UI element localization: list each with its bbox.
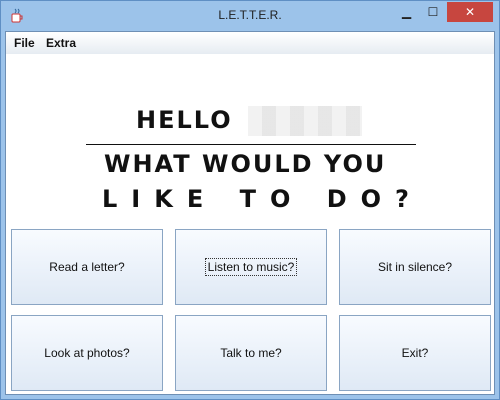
exit-button[interactable]: Exit? — [339, 315, 491, 391]
close-button[interactable]: ✕ — [447, 2, 493, 22]
listen-music-button[interactable]: Listen to music? — [175, 229, 327, 305]
button-label: Sit in silence? — [377, 260, 453, 274]
button-label: Exit? — [401, 346, 429, 360]
look-photos-button[interactable]: Look at photos? — [11, 315, 163, 391]
minimize-icon: ▁ — [401, 5, 412, 19]
sit-silence-button[interactable]: Sit in silence? — [339, 229, 491, 305]
menu-extra[interactable]: Extra — [46, 36, 76, 50]
talk-to-me-button[interactable]: Talk to me? — [175, 315, 327, 391]
maximize-button[interactable]: ☐ — [420, 2, 446, 22]
button-label: Listen to music? — [204, 258, 298, 276]
read-letter-button[interactable]: Read a letter? — [11, 229, 163, 305]
divider — [86, 144, 416, 145]
close-icon: ✕ — [464, 5, 476, 19]
title-bar: L.E.T.T.E.R. ▁ ☐ ✕ — [1, 1, 499, 31]
question-line-1: WHAT WOULD YOU — [104, 150, 387, 178]
client-area: File Extra HELLO WHAT WOULD YOU LIKE TO … — [5, 31, 495, 395]
minimize-button[interactable]: ▁ — [393, 2, 420, 22]
button-label: Read a letter? — [49, 260, 125, 274]
hello-text: HELLO — [136, 106, 233, 134]
app-window: L.E.T.T.E.R. ▁ ☐ ✕ File Extra HELLO WHAT… — [0, 0, 500, 400]
action-grid: Read a letter? Listen to music? Sit in s… — [11, 229, 491, 391]
menu-file[interactable]: File — [14, 36, 35, 50]
question-line-2: LIKE TO DO? — [102, 185, 423, 213]
maximize-icon: ☐ — [427, 5, 439, 19]
button-label: Look at photos? — [44, 346, 130, 360]
header-banner: HELLO WHAT WOULD YOU LIKE TO DO? — [6, 54, 494, 234]
button-label: Talk to me? — [220, 346, 282, 360]
menu-bar: File Extra — [6, 32, 494, 55]
redacted-name — [248, 106, 362, 136]
